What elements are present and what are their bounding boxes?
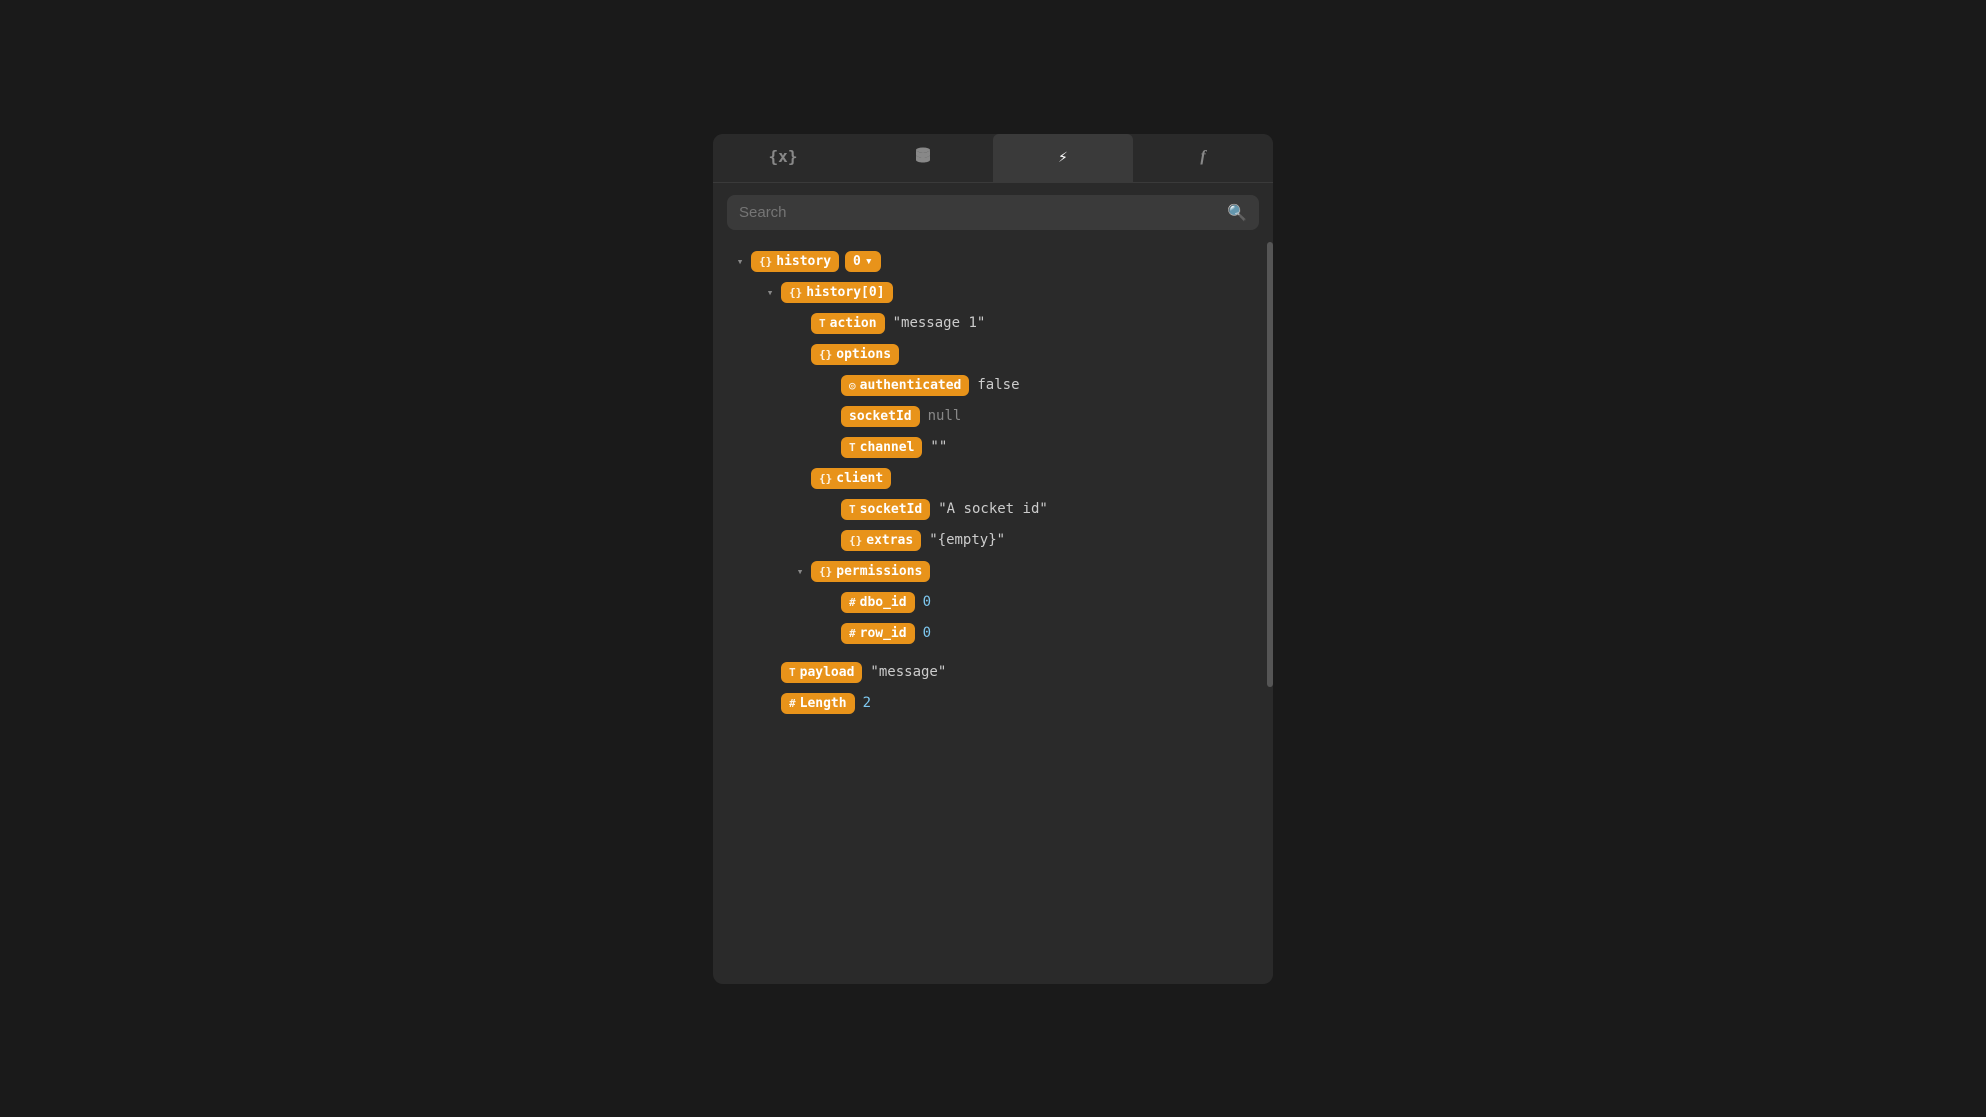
payload-label: payload [800, 665, 855, 680]
socketid1-value: null [928, 408, 962, 424]
extras-value: "{empty}" [929, 532, 1005, 548]
tree-row: ▾ # dbo_id 0 [713, 587, 1273, 618]
length-label: Length [800, 696, 847, 711]
payload-badge[interactable]: T payload [781, 662, 862, 683]
tab-events[interactable]: ⚡ [993, 134, 1133, 182]
search-icon: 🔍 [1227, 203, 1247, 222]
object-type-icon: {} [789, 286, 802, 299]
tree-content: ▾ {} history 0 ▾ ▾ {} history[0] ▾ T act… [713, 242, 1273, 984]
channel-badge[interactable]: T channel [841, 437, 922, 458]
tree-row: ▾ ◎ authenticated false [713, 370, 1273, 401]
tree-row: ▾ {} permissions [713, 556, 1273, 587]
tab-bar: {x} ⚡ f [713, 134, 1273, 183]
options-label: options [836, 347, 891, 362]
row-id-badge[interactable]: # row_id [841, 623, 915, 644]
string-type-icon: T [819, 317, 826, 330]
extras-badge[interactable]: {} extras [841, 530, 921, 551]
row-id-label: row_id [860, 626, 907, 641]
tree-row: ▾ socketId null [713, 401, 1273, 432]
boolean-type-icon: ◎ [849, 379, 856, 392]
permissions-label: permissions [836, 564, 922, 579]
tree-row: ▾ {} client [713, 463, 1273, 494]
object-type-icon: {} [819, 565, 832, 578]
tree-row: ▾ T action "message 1" [713, 308, 1273, 339]
history0-label: history[0] [806, 285, 884, 300]
authenticated-label: authenticated [860, 378, 962, 393]
tree-row: ▾ {} options [713, 339, 1273, 370]
events-icon: ⚡ [1058, 147, 1068, 166]
length-value: 2 [863, 695, 871, 711]
tree-row: ▾ T socketId "A socket id" [713, 494, 1273, 525]
string-type-icon: T [849, 441, 856, 454]
search-bar[interactable]: 🔍 [727, 195, 1259, 230]
channel-label: channel [860, 440, 915, 455]
tree-row: ▾ {} history[0] [713, 277, 1273, 308]
number-type-icon: # [789, 697, 796, 710]
string-type-icon: T [789, 666, 796, 679]
socketid1-label: socketId [849, 409, 912, 424]
action-badge[interactable]: T action [811, 313, 885, 334]
search-input[interactable] [739, 204, 1227, 221]
object-type-icon: {} [819, 472, 832, 485]
permissions-badge[interactable]: {} permissions [811, 561, 930, 582]
scrollbar-track[interactable] [1267, 242, 1273, 984]
tree-row: ▾ {} history 0 ▾ [713, 246, 1273, 277]
tab-functions[interactable]: f [1133, 134, 1273, 182]
length-badge[interactable]: # Length [781, 693, 855, 714]
tree-row: ▾ {} extras "{empty}" [713, 525, 1273, 556]
chevron-icon[interactable]: ▾ [763, 286, 777, 299]
client-badge[interactable]: {} client [811, 468, 891, 489]
string-type-icon: T [849, 503, 856, 516]
options-badge[interactable]: {} options [811, 344, 899, 365]
action-label: action [830, 316, 877, 331]
socketid1-badge[interactable]: socketId [841, 406, 920, 427]
dropdown-chevron-icon: ▾ [865, 254, 873, 269]
dbo-id-badge[interactable]: # dbo_id [841, 592, 915, 613]
history-dropdown-value: 0 [853, 254, 861, 269]
action-value: "message 1" [893, 315, 986, 331]
number-type-icon: # [849, 627, 856, 640]
client-label: client [836, 471, 883, 486]
inspector-panel: {x} ⚡ f 🔍 ▾ {} his [713, 134, 1273, 984]
channel-value: "" [930, 439, 947, 455]
tree-row: ▾ T channel "" [713, 432, 1273, 463]
chevron-icon[interactable]: ▾ [793, 565, 807, 578]
socketid2-value: "A socket id" [938, 501, 1048, 517]
row-id-value: 0 [923, 625, 931, 641]
socketid2-label: socketId [860, 502, 923, 517]
tree-row: ▾ # Length 2 [713, 688, 1273, 719]
dbo-id-label: dbo_id [860, 595, 907, 610]
history-badge[interactable]: {} history [751, 251, 839, 272]
authenticated-badge[interactable]: ◎ authenticated [841, 375, 969, 396]
history-label: history [776, 254, 831, 269]
authenticated-value: false [977, 377, 1019, 393]
object-type-icon: {} [819, 348, 832, 361]
extras-label: extras [866, 533, 913, 548]
object-type-icon: {} [849, 534, 862, 547]
tree-row: ▾ T payload "message" [713, 657, 1273, 688]
tab-variables[interactable]: {x} [713, 134, 853, 182]
payload-value: "message" [870, 664, 946, 680]
chevron-icon[interactable]: ▾ [733, 255, 747, 268]
tab-data[interactable] [853, 134, 993, 182]
scrollbar-thumb[interactable] [1267, 242, 1273, 687]
data-icon [914, 146, 932, 168]
socketid2-badge[interactable]: T socketId [841, 499, 930, 520]
history0-badge[interactable]: {} history[0] [781, 282, 893, 303]
variables-icon: {x} [769, 147, 798, 166]
object-type-icon: {} [759, 255, 772, 268]
tree-row: ▾ # row_id 0 [713, 618, 1273, 649]
functions-icon: f [1200, 148, 1205, 166]
dbo-id-value: 0 [923, 594, 931, 610]
number-type-icon: # [849, 596, 856, 609]
history-dropdown[interactable]: 0 ▾ [845, 251, 881, 272]
